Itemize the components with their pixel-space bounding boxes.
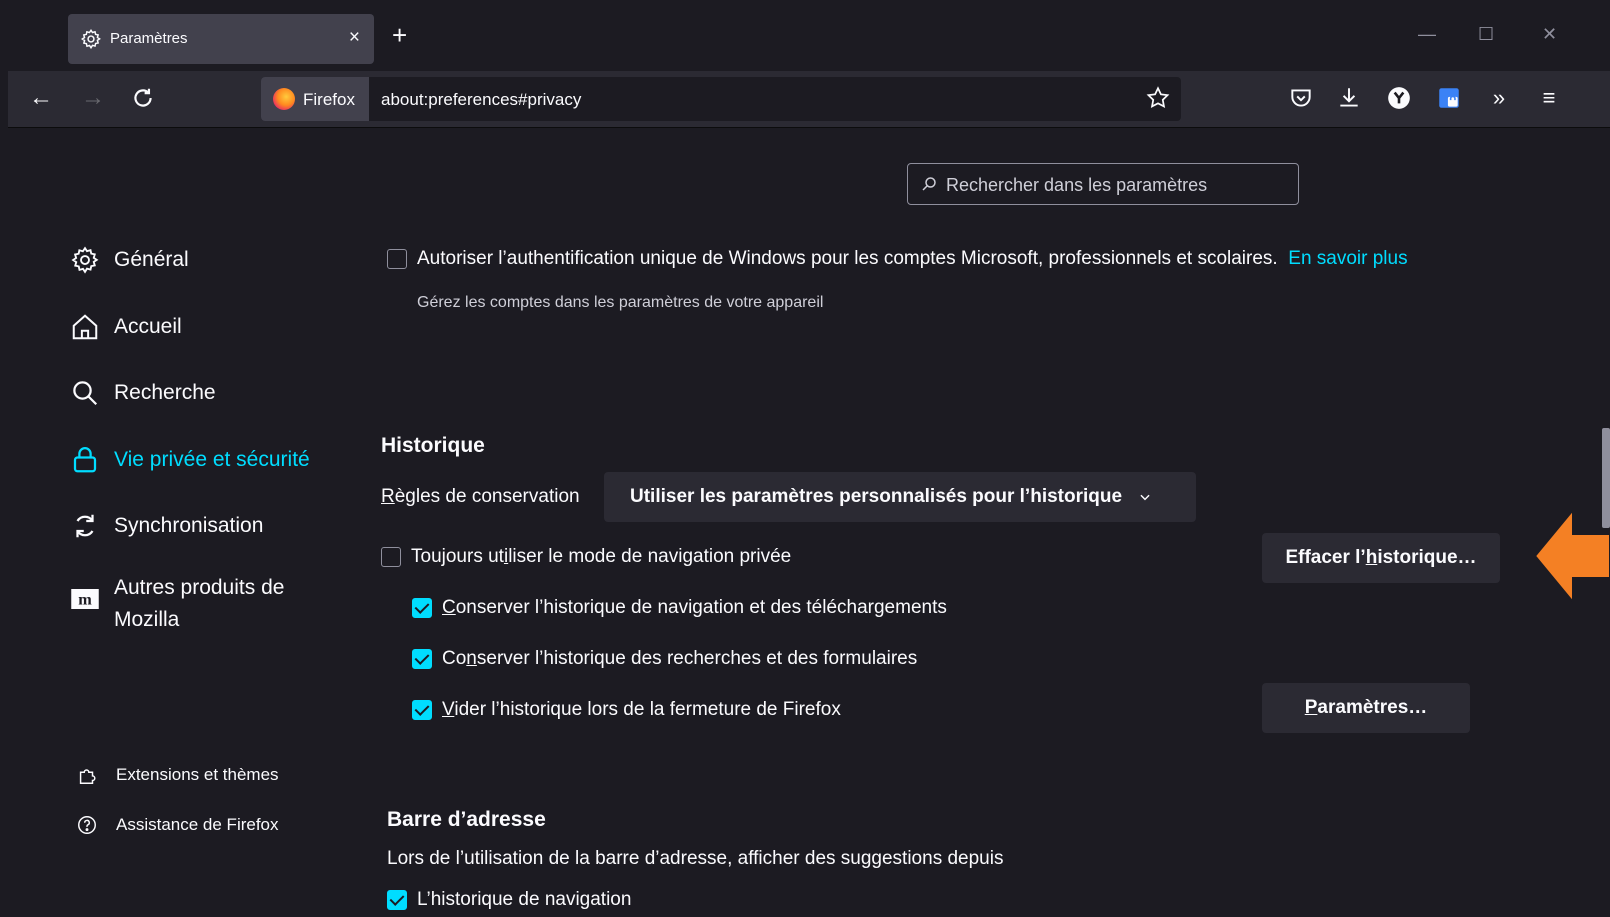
sidebar-item-label: Synchronisation (114, 514, 264, 537)
sidebar-item-label: Autres produits de Mozilla (114, 576, 285, 631)
nav-bar: ← → Firefox about:preferences#privacy » … (8, 71, 1610, 128)
sidebar-item-privacy[interactable]: Vie privée et sécurité (70, 440, 310, 480)
private-mode-checkbox[interactable] (381, 547, 401, 567)
sso-hint: Gérez les comptes dans les paramètres de… (417, 294, 824, 311)
bookmark-star-icon[interactable] (1145, 85, 1171, 111)
browsing-history-suggestion-checkbox[interactable] (387, 890, 407, 910)
clear-history-button[interactable]: Effacer l’historique… (1262, 533, 1500, 583)
svg-text:m: m (78, 591, 92, 609)
keep-navigation-history-checkbox[interactable] (412, 598, 432, 618)
sidebar-item-sync[interactable]: Synchronisation (70, 506, 263, 546)
tab-title: Paramètres (110, 30, 188, 47)
new-tab-button[interactable]: + (392, 22, 407, 48)
minimize-button[interactable]: — (1418, 24, 1436, 45)
annotation-arrow-icon (1533, 508, 1610, 604)
sso-checkbox[interactable] (387, 249, 407, 269)
history-rules-value: Utiliser les paramètres personnalisés po… (630, 486, 1123, 507)
history-settings-label: Paramètres… (1304, 697, 1428, 718)
clear-on-close-label: Vider l’historique lors de la fermeture … (442, 699, 841, 720)
back-button[interactable]: ← (28, 85, 54, 111)
sidebar-item-mozilla[interactable]: m Autres produits de Mozilla (70, 572, 314, 636)
url-text[interactable]: about:preferences#privacy (381, 90, 581, 110)
sync-icon (76, 514, 94, 538)
sidebar-item-home[interactable]: Accueil (70, 307, 182, 347)
extension-y-icon[interactable] (1386, 85, 1412, 111)
history-rules-select[interactable]: Utiliser les paramètres personnalisés po… (604, 472, 1196, 522)
tab-settings[interactable]: Paramètres × (68, 14, 374, 64)
address-bar-heading: Barre d’adresse (387, 808, 546, 831)
history-heading: Historique (381, 434, 485, 457)
mozilla-icon: m (71, 589, 99, 609)
sidebar-item-label: Recherche (114, 381, 216, 404)
identity-label: Firefox (303, 90, 355, 109)
sidebar-extensions-label: Extensions et thèmes (116, 765, 279, 784)
sso-label: Autoriser l’authentification unique de W… (417, 248, 1408, 269)
keep-search-history-label: Conserver l’historique des recherches et… (442, 648, 918, 669)
learn-more-link[interactable]: En savoir plus (1288, 248, 1407, 269)
keep-navigation-history-label: Conserver l’historique de navigation et … (442, 597, 947, 618)
sidebar-item-label: Accueil (114, 315, 182, 338)
gear-icon (71, 246, 99, 274)
sidebar-item-search[interactable]: Recherche (70, 373, 216, 413)
history-settings-button[interactable]: Paramètres… (1262, 683, 1470, 733)
app-menu-button[interactable]: ≡ (1536, 85, 1562, 111)
clear-history-label: Effacer l’historique… (1285, 547, 1477, 568)
tab-strip: Paramètres × + — ☐ ✕ (8, 8, 1610, 71)
clear-on-close-checkbox[interactable] (412, 700, 432, 720)
gear-icon (80, 28, 101, 50)
help-icon (78, 816, 96, 834)
private-mode-label: Toujours utiliser le mode de navigation … (411, 546, 792, 567)
settings-search-input[interactable] (944, 172, 1288, 198)
search-icon (73, 381, 98, 406)
history-rules-label: Règles de conservation (381, 486, 580, 507)
reload-icon[interactable] (130, 85, 156, 111)
download-icon[interactable] (1336, 85, 1362, 111)
preferences-content: Général Accueil Recherche Vie privée et … (8, 128, 1610, 917)
sidebar-item-general[interactable]: Général (70, 240, 189, 280)
close-window-button[interactable]: ✕ (1542, 24, 1557, 45)
pocket-icon[interactable] (1288, 85, 1314, 111)
extension-shield-icon[interactable] (1436, 85, 1462, 111)
browser-window: Paramètres × + — ☐ ✕ ← → Firefox about:p… (8, 8, 1610, 917)
home-icon (72, 314, 98, 340)
sidebar-item-label: Général (114, 248, 189, 271)
forward-button[interactable]: → (80, 85, 106, 111)
sidebar-item-label: Vie privée et sécurité (114, 448, 310, 471)
puzzle-icon (79, 769, 96, 784)
address-bar-description: Lors de l’utilisation de la barre d’adre… (387, 848, 1004, 869)
search-icon (922, 177, 936, 191)
browsing-history-suggestion-label: L’historique de navigation (417, 889, 632, 910)
firefox-logo-icon (273, 88, 295, 110)
maximize-button[interactable]: ☐ (1478, 24, 1494, 45)
tab-close-button[interactable]: × (349, 27, 360, 49)
overflow-menu-button[interactable]: » (1486, 85, 1512, 111)
identity-box[interactable]: Firefox (261, 77, 369, 121)
chevron-down-icon (1140, 494, 1150, 501)
url-bar[interactable]: Firefox about:preferences#privacy (261, 77, 1181, 121)
keep-search-history-checkbox[interactable] (412, 649, 432, 669)
sidebar-help[interactable]: Assistance de Firefox (76, 814, 279, 836)
lock-icon (73, 447, 97, 473)
sidebar-help-label: Assistance de Firefox (116, 815, 279, 834)
sidebar-extensions[interactable]: Extensions et thèmes (76, 764, 279, 786)
settings-search[interactable] (907, 163, 1299, 205)
